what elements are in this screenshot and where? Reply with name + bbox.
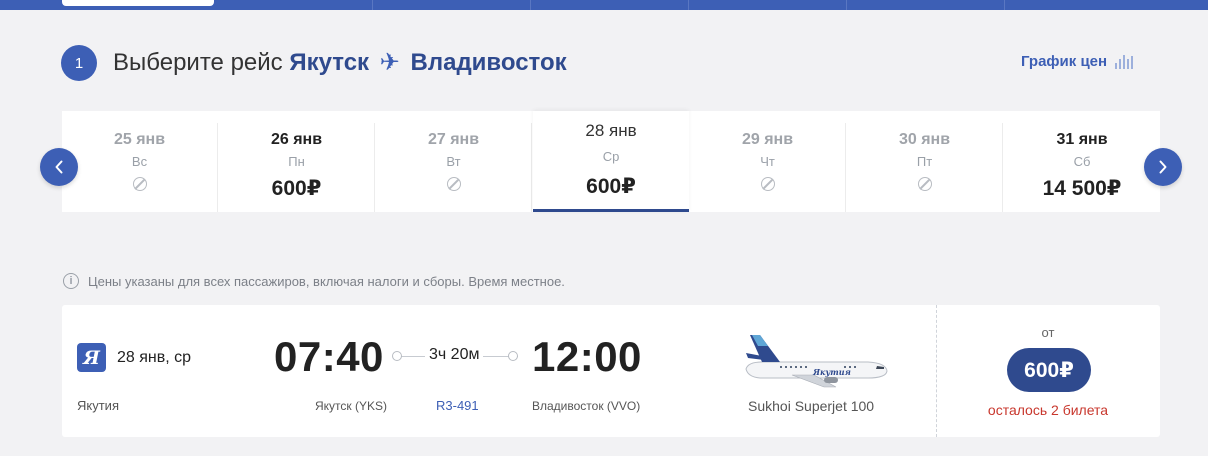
chevron-right-icon <box>1159 160 1167 174</box>
date-label: 25 янв <box>113 131 166 148</box>
route-end-dot <box>508 351 518 361</box>
date-carousel: 25 янв Вс 26 янв Пн 600₽ 27 янв Вт 28 ян… <box>62 111 1160 212</box>
weekday-label: Пн <box>288 154 305 169</box>
price-info-note: i Цены указаны для всех пассажиров, вклю… <box>63 273 565 289</box>
info-text: Цены указаны для всех пассажиров, включа… <box>88 273 565 289</box>
date-option[interactable]: 27 янв Вт <box>376 123 532 212</box>
date-option[interactable]: 29 янв Чт <box>690 123 846 212</box>
carousel-next-button[interactable] <box>1144 148 1182 186</box>
flight-duration: 3ч 20м <box>425 346 484 364</box>
origin-city: Якутск <box>289 49 370 76</box>
date-option[interactable]: 30 янв Пт <box>847 123 1003 212</box>
step-number-badge: 1 <box>61 45 97 81</box>
flight-number-link[interactable]: R3-491 <box>436 398 479 413</box>
date-label: 31 янв <box>1056 131 1108 148</box>
no-flights-icon <box>446 177 461 191</box>
date-option[interactable]: 25 янв Вс <box>62 123 218 212</box>
price-from-label: от <box>1041 325 1055 340</box>
date-option-selected[interactable]: 28 янв Ср 600₽ <box>533 111 689 212</box>
top-tabs-bar <box>0 0 1208 10</box>
flight-date: 28 янв, ср <box>117 349 192 366</box>
date-price: 600₽ <box>271 177 322 200</box>
date-price: 14 500₽ <box>1042 177 1122 200</box>
select-price-button[interactable]: 600₽ <box>1007 348 1091 392</box>
airline-name: Якутия <box>77 398 119 413</box>
arrival-airport: Владивосток (VVO) <box>532 399 641 413</box>
aircraft-model: Sukhoi Superjet 100 <box>748 398 875 414</box>
arrival-time: 12:00 <box>532 333 642 380</box>
date-label: 29 янв <box>741 131 794 148</box>
date-option[interactable]: 26 янв Пн 600₽ <box>219 123 375 212</box>
tab-separator <box>530 0 531 10</box>
tab-separator <box>1004 0 1005 10</box>
aircraft-icon: Якутия <box>745 335 888 388</box>
weekday-label: Сб <box>1073 154 1091 169</box>
carousel-prev-button[interactable] <box>40 148 78 186</box>
departure-airport: Якутск (YKS) <box>315 399 387 413</box>
title-prefix: Выберите рейс <box>113 49 283 76</box>
seats-left-warning: осталось 2 билета <box>987 402 1109 418</box>
no-flights-icon <box>760 177 775 191</box>
tab-separator <box>372 0 373 10</box>
departure-time: 07:40 <box>274 333 384 380</box>
price-chart-link[interactable]: График цен <box>1021 53 1134 70</box>
plane-icon: ✈ <box>379 49 400 76</box>
weekday-label: Вт <box>446 154 461 169</box>
date-price: 600₽ <box>586 175 636 198</box>
bars-chart-icon <box>1115 54 1134 69</box>
active-step-tab[interactable] <box>62 0 214 6</box>
no-flights-icon <box>917 177 932 191</box>
info-icon: i <box>63 273 79 289</box>
flight-card[interactable]: Я 28 янв, ср Якутия 07:40 Якутск (YKS) 3… <box>62 305 1160 437</box>
aircraft-livery-text: Якутия <box>812 367 851 377</box>
tab-separator <box>688 0 689 10</box>
weekday-label: Чт <box>760 154 775 169</box>
price-chart-label: График цен <box>1021 53 1108 70</box>
destination-city: Владивосток <box>410 49 567 76</box>
weekday-label: Вс <box>131 154 148 169</box>
date-label: 30 янв <box>898 131 951 148</box>
tab-separator <box>846 0 847 10</box>
route-start-dot <box>392 351 402 361</box>
chevron-left-icon <box>55 160 63 174</box>
weekday-label: Ср <box>602 149 620 164</box>
date-label: 27 янв <box>427 131 480 148</box>
page-title: Выберите рейс Якутск ✈ Владивосток <box>113 48 567 78</box>
airline-logo-icon: Я <box>77 343 106 372</box>
weekday-label: Пт <box>916 154 933 169</box>
date-option[interactable]: 31 янв Сб 14 500₽ <box>1004 123 1160 212</box>
date-label: 28 янв <box>585 121 637 140</box>
no-flights-icon <box>132 177 147 191</box>
date-label: 26 янв <box>270 131 323 148</box>
